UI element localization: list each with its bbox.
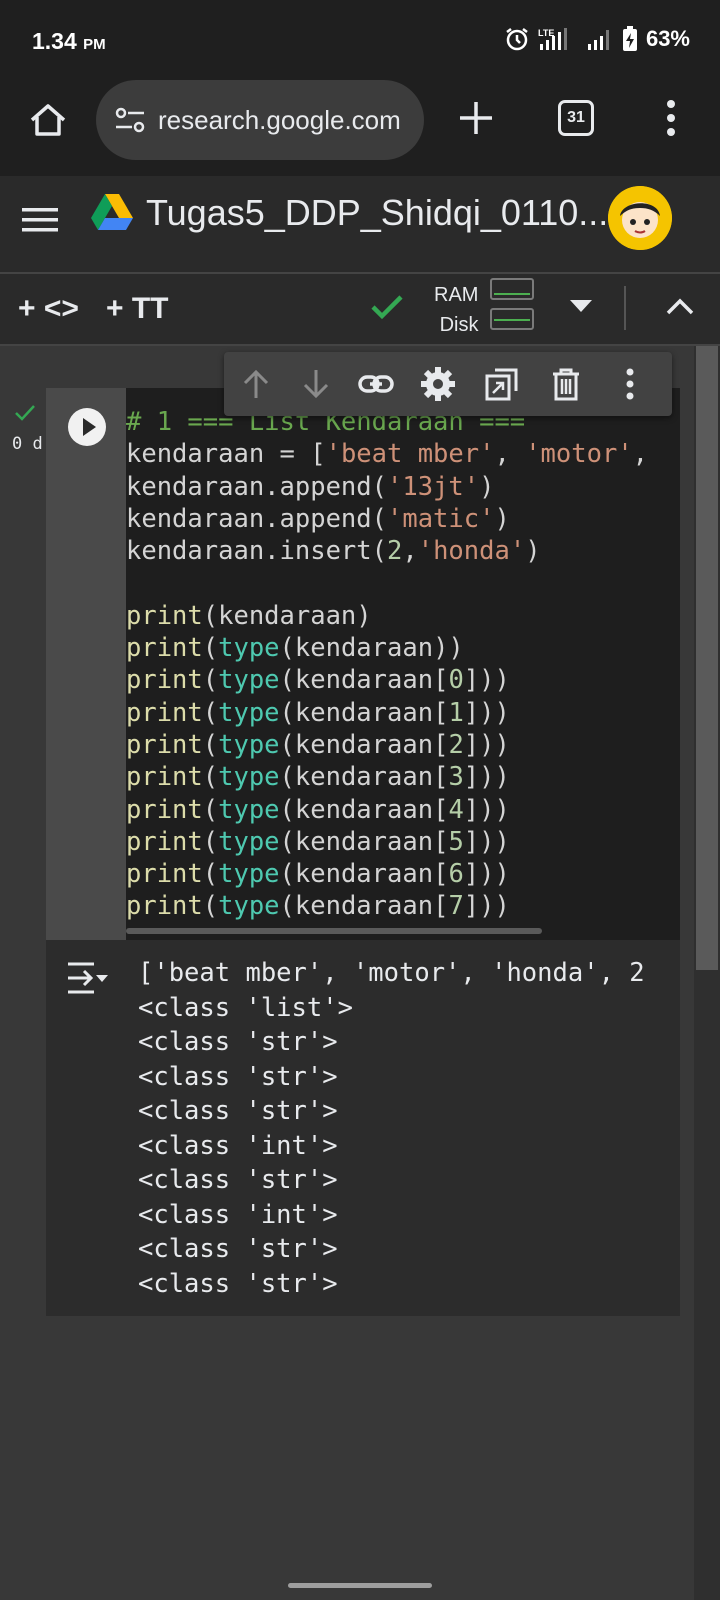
play-icon [83,418,96,436]
output-line: <class 'int'> [138,1130,338,1161]
cell-toolbar [224,352,672,416]
output-line: ['beat mber', 'motor', 'honda', 2 [138,958,645,988]
code-line[interactable]: kendaraan.insert(2,'honda') [126,535,680,567]
clock-time: 1.34 [32,28,77,54]
notebook-toolbar: + <> + TT RAM Disk [0,272,720,346]
output-line: <class 'int'> [138,1199,338,1230]
code-line[interactable]: print(type(kendaraan[6])) [126,858,680,890]
disk-label: Disk [439,314,479,336]
output-line: <class 'str'> [138,1061,338,1092]
scrollbar-thumb[interactable] [696,346,718,970]
copy-link-button[interactable] [358,366,394,402]
code-line[interactable]: kendaraan = ['beat mber', 'motor', [126,438,680,470]
mirror-cell-icon [485,368,518,401]
ram-usage-bar[interactable] [490,278,534,300]
browser-menu-button[interactable] [656,98,686,138]
code-line[interactable]: print(type(kendaraan[0])) [126,664,680,696]
code-line[interactable]: kendaraan.append('matic') [126,503,680,535]
notebook-area: 0 d # 1 === List Kendaraan === kendaraan… [0,346,720,1600]
trash-icon [553,368,579,401]
clock-ampm: PM [83,36,106,53]
colab-header: Tugas5_DDP_Shidqi_0110... [0,176,720,272]
browser-toolbar: research.google.com 31 [0,80,720,176]
resource-labels[interactable]: RAM Disk [434,280,478,340]
lte-signal-icon: LTE [538,26,578,52]
delete-cell-button[interactable] [548,366,584,402]
battery-percent: 63% [645,26,690,51]
plus-icon [460,102,492,134]
arrow-down-icon [303,370,329,399]
toolbar-divider [624,286,626,330]
output-line: <class 'str'> [138,1165,338,1195]
svg-text:LTE: LTE [538,28,554,38]
add-code-cell-button[interactable]: + <> [18,292,79,326]
cell-gutter [46,388,126,940]
signal-icon [586,26,614,52]
output-line: <class 'str'> [138,1234,338,1264]
horizontal-scrollbar[interactable] [126,928,542,934]
arrow-up-icon [243,369,269,398]
run-cell-button[interactable] [68,408,106,446]
avatar[interactable] [608,186,672,250]
code-line[interactable]: print(type(kendaraan[2])) [126,729,680,761]
mirror-cell-button[interactable] [484,366,520,402]
code-line[interactable]: print(type(kendaraan[3])) [126,761,680,793]
code-line[interactable]: print(kendaraan) [126,600,680,632]
home-button[interactable] [26,98,70,142]
execution-success-icon [14,404,36,427]
output-actions-button[interactable] [66,960,110,996]
disk-usage-bar[interactable] [490,308,534,330]
gear-icon [421,367,455,401]
code-editor[interactable]: # 1 === List Kendaraan === kendaraan = ['… [126,406,680,936]
code-line[interactable]: kendaraan.append('13jt') [126,471,680,503]
code-line[interactable]: print(type(kendaraan[4])) [126,794,680,826]
site-settings-icon[interactable] [114,105,146,135]
collapse-toolbar-button[interactable] [666,296,694,321]
chevron-up-icon [666,298,694,315]
gesture-nav-handle[interactable] [288,1583,432,1588]
code-cell[interactable]: # 1 === List Kendaraan === kendaraan = ['… [46,388,680,940]
status-bar: 1.34 PM LTE 63% [0,0,720,80]
move-up-button[interactable] [238,366,274,402]
more-vert-icon [667,100,675,136]
cell-output: ['beat mber', 'motor', 'honda', 2 <class … [46,940,680,1316]
home-icon [30,104,66,136]
status-time: 1.34 PM [32,28,106,55]
menu-button[interactable] [22,204,60,236]
status-icons: LTE 63% [504,26,690,52]
output-text: ['beat mber', 'motor', 'honda', 2 <class … [138,956,678,1301]
cell-settings-button[interactable] [420,366,456,402]
address-bar[interactable]: research.google.com [96,80,424,160]
runtime-dropdown-button[interactable] [570,300,592,319]
code-line[interactable]: print(type(kendaraan[5])) [126,826,680,858]
tab-switcher-button[interactable]: 31 [558,100,594,136]
url-text: research.google.com [158,104,401,135]
alarm-icon [504,26,530,52]
new-tab-button[interactable] [456,98,496,138]
add-code-label: + <> [18,292,79,325]
code-line[interactable]: print(type(kendaraan)) [126,632,680,664]
battery-charging-icon [622,26,638,52]
add-text-label: + TT [106,292,169,325]
output-line: <class 'str'> [138,1268,338,1299]
add-text-cell-button[interactable]: + TT [106,292,169,326]
ram-label: RAM [434,284,479,306]
cell-more-button[interactable] [612,366,648,402]
output-menu-icon [68,962,108,994]
connected-check-icon [368,288,406,331]
notebook-title[interactable]: Tugas5_DDP_Shidqi_0110... [146,192,608,234]
google-drive-icon [90,192,134,232]
code-line[interactable]: print(type(kendaraan[1])) [126,697,680,729]
code-line[interactable] [126,567,680,599]
move-down-button[interactable] [298,366,334,402]
output-line: <class 'str'> [138,1096,338,1126]
caret-down-icon [570,300,592,312]
output-line: <class 'list'> [138,992,353,1023]
link-icon [358,375,394,393]
output-line: <class 'str'> [138,1027,338,1057]
hamburger-icon [22,208,58,232]
execution-time: 0 d [12,434,43,454]
code-line[interactable]: print(type(kendaraan[7])) [126,890,680,922]
more-vert-icon [626,368,634,400]
